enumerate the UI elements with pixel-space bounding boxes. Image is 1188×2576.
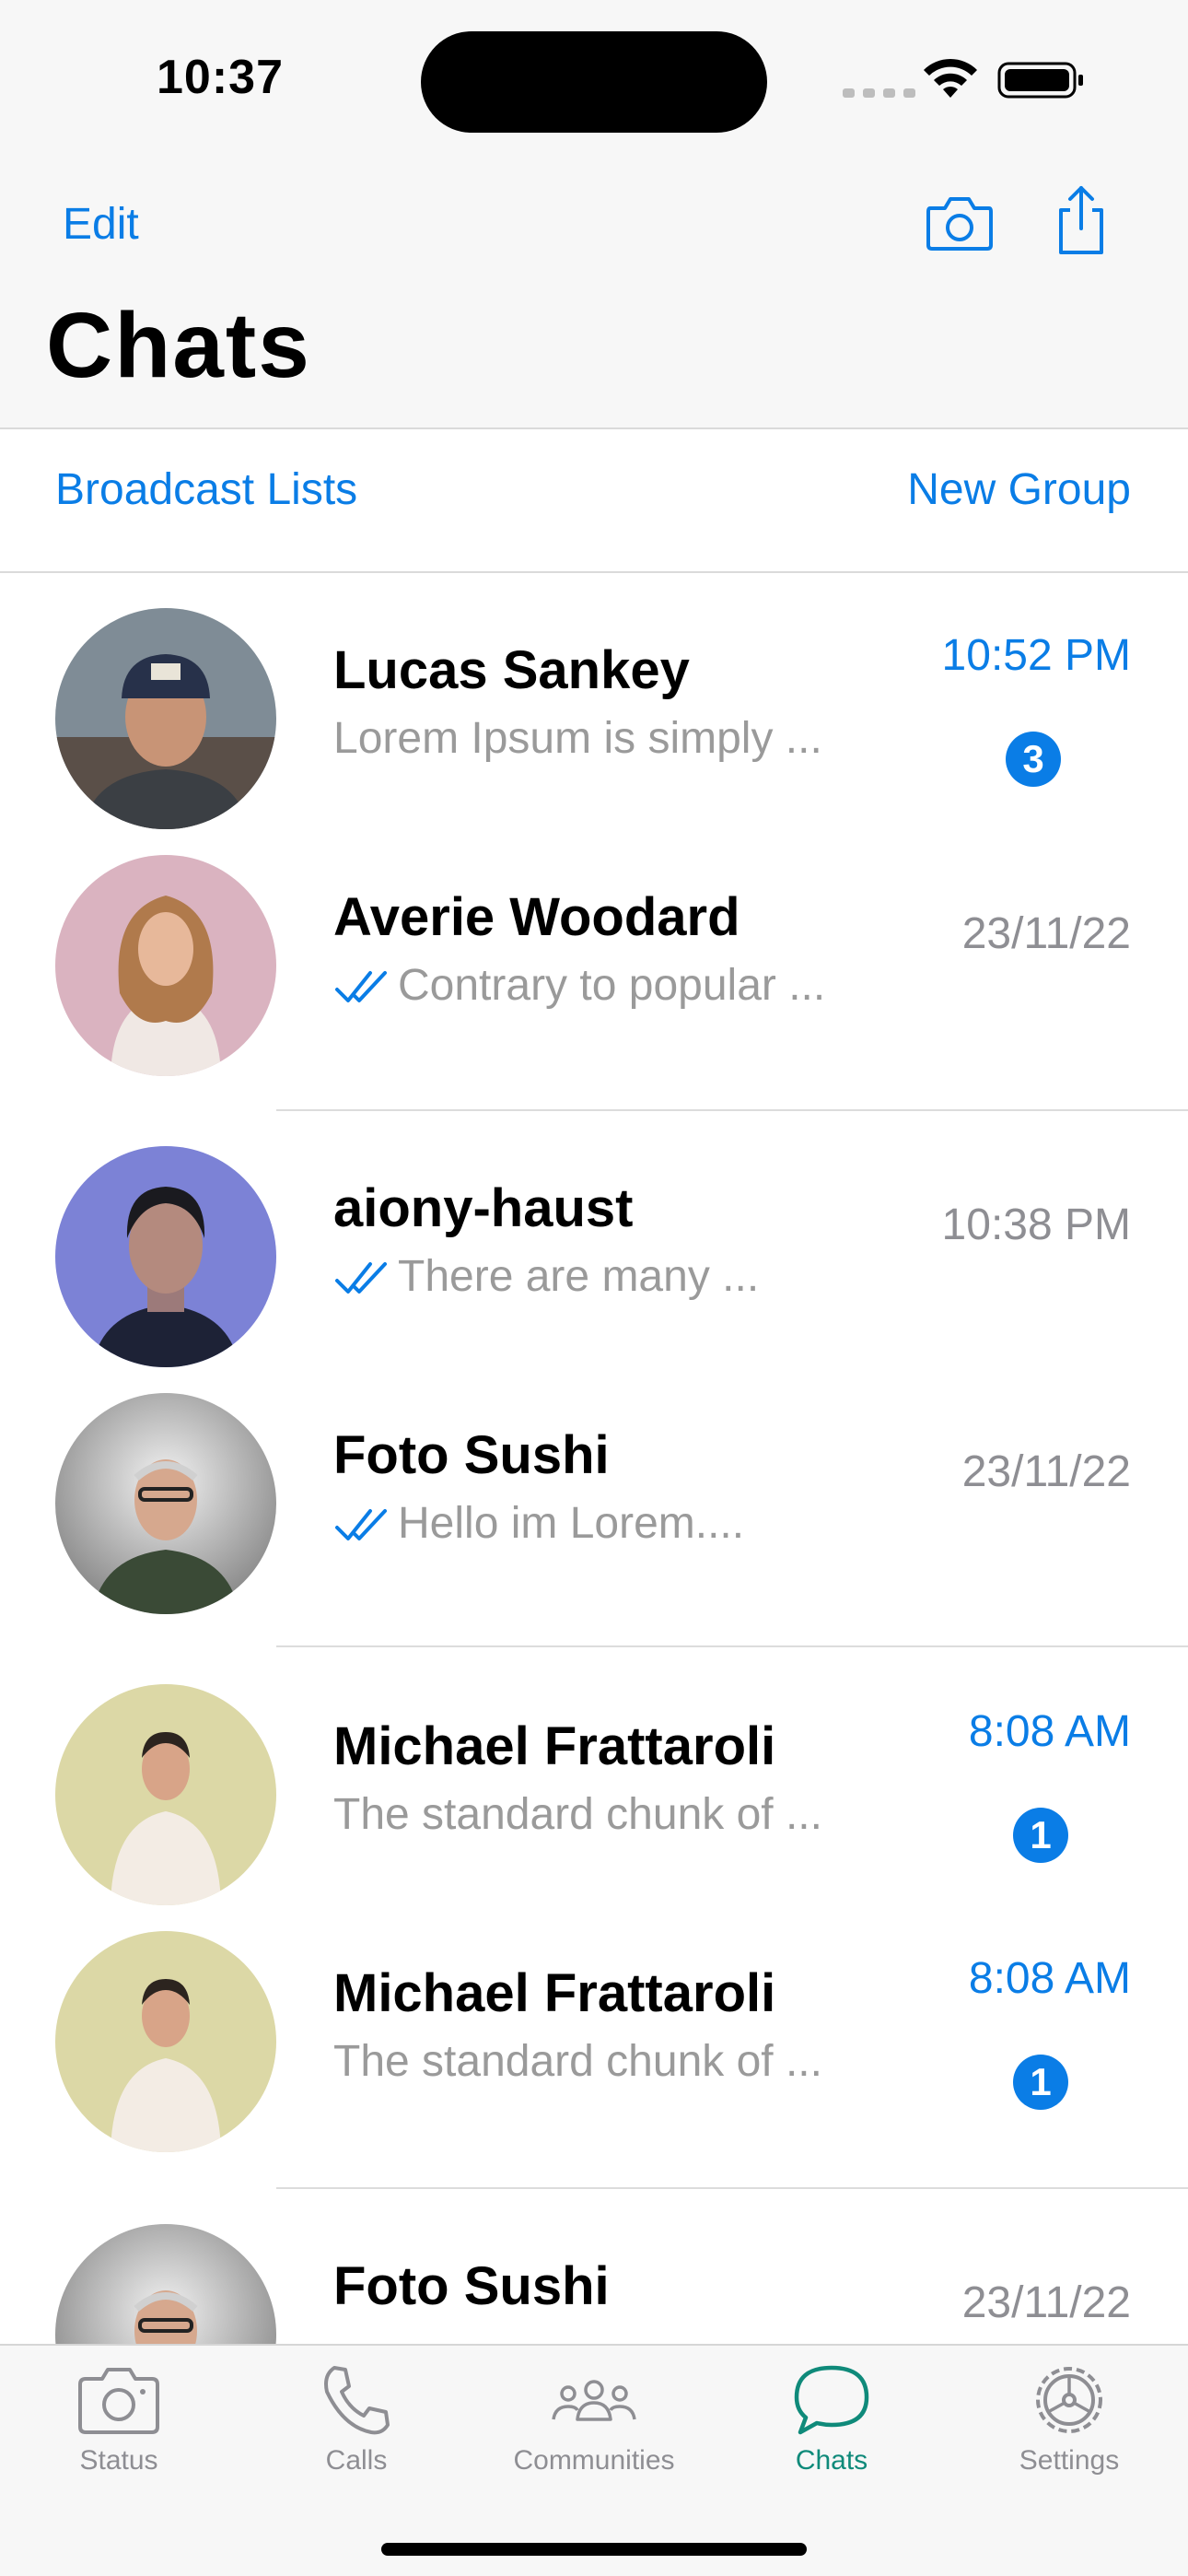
edit-button[interactable]: Edit: [63, 199, 139, 250]
share-icon[interactable]: [1054, 182, 1109, 256]
double-check-icon: [335, 1508, 387, 1540]
tab-communities[interactable]: Communities: [475, 2346, 713, 2512]
chat-row[interactable]: Michael Frattaroli The standard chunk of…: [0, 1649, 1188, 1905]
tab-label: Communities: [513, 2445, 675, 2476]
avatar: [55, 608, 276, 829]
chat-name: Foto Sushi: [333, 2256, 610, 2316]
avatar: [55, 2224, 276, 2344]
double-check-icon: [335, 1261, 387, 1294]
chat-list: Lucas Sankey Lorem Ipsum is simply ... 1…: [0, 573, 1188, 2344]
chat-time: 8:08 AM: [968, 1954, 1131, 2003]
chat-preview-text: The standard chunk of ...: [333, 2037, 822, 2086]
chat-row[interactable]: Lucas Sankey Lorem Ipsum is simply ... 1…: [0, 573, 1188, 829]
chat-preview: Lorem Ipsum is simply ...: [333, 713, 822, 764]
tab-bar: Status Calls Communities Chats Settings: [0, 2344, 1188, 2576]
chat-preview-text: The standard chunk of ...: [333, 1790, 822, 1839]
chat-preview: There are many ...: [333, 1251, 759, 1302]
chat-bubble-icon: [794, 2365, 869, 2435]
battery-icon: [997, 62, 1083, 99]
chat-preview: Hello im Lorem....: [333, 1498, 744, 1549]
unread-badge: 1: [1013, 2055, 1068, 2110]
chat-row[interactable]: Averie Woodard Contrary to popular ... 2…: [0, 820, 1188, 1076]
chat-preview-text: Contrary to popular ...: [398, 961, 826, 1010]
list-actions-row: Broadcast Lists New Group: [0, 429, 1188, 573]
communities-icon: [552, 2380, 636, 2421]
chat-name: Lucas Sankey: [333, 640, 690, 700]
tab-settings[interactable]: Settings: [950, 2346, 1188, 2512]
avatar: [55, 1393, 276, 1614]
chat-time: 8:08 AM: [968, 1707, 1131, 1756]
cellular-signal-icon: [843, 88, 915, 98]
broadcast-lists-button[interactable]: Broadcast Lists: [55, 464, 357, 515]
chat-time: 23/11/22: [961, 1447, 1131, 1496]
chat-name: aiony-haust: [333, 1178, 634, 1238]
tab-status[interactable]: Status: [0, 2346, 238, 2512]
gear-icon: [1036, 2367, 1102, 2433]
chat-preview: The standard chunk of ...: [333, 2036, 822, 2087]
chat-preview-text: Hello im Lorem....: [398, 1499, 745, 1548]
double-check-icon: [335, 970, 387, 1002]
status-bar: 10:37: [0, 0, 1188, 157]
chat-preview-text: Lorem Ipsum is simply ...: [333, 714, 822, 763]
avatar: [55, 855, 276, 1076]
chat-time: 10:38 PM: [941, 1200, 1131, 1249]
chat-divider: [276, 1645, 1188, 1647]
chat-time: 10:52 PM: [941, 631, 1131, 680]
chat-row[interactable]: aiony-haust There are many ... 10:38 PM: [0, 1111, 1188, 1367]
chat-preview: Contrary to popular ...: [333, 960, 825, 1011]
chat-row[interactable]: Foto Sushi 23/11/22: [0, 2189, 1188, 2344]
phone-icon: [324, 2366, 390, 2435]
tab-label: Settings: [1019, 2445, 1120, 2476]
tab-label: Chats: [795, 2445, 868, 2476]
tab-chats[interactable]: Chats: [713, 2346, 950, 2512]
avatar: [55, 1931, 276, 2152]
unread-badge: 1: [1013, 1808, 1068, 1863]
chat-row[interactable]: Foto Sushi Hello im Lorem.... 23/11/22: [0, 1358, 1188, 1614]
chat-time: 23/11/22: [961, 2278, 1131, 2327]
chat-row[interactable]: Michael Frattaroli The standard chunk of…: [0, 1896, 1188, 2152]
chat-preview: The standard chunk of ...: [333, 1789, 822, 1840]
unread-badge: 3: [1006, 732, 1061, 787]
tab-label: Status: [79, 2445, 158, 2476]
chat-name: Michael Frattaroli: [333, 1716, 776, 1776]
camera-icon: [78, 2368, 159, 2434]
status-time: 10:37: [157, 51, 284, 104]
tab-calls[interactable]: Calls: [238, 2346, 475, 2512]
dynamic-island: [421, 31, 767, 133]
avatar: [55, 1684, 276, 1905]
page-title: Chats: [46, 294, 311, 397]
tab-label: Calls: [325, 2445, 388, 2476]
camera-icon[interactable]: [925, 193, 995, 252]
wifi-icon: [924, 58, 977, 98]
navigation-header: Edit Chats: [0, 157, 1188, 429]
chat-name: Foto Sushi: [333, 1425, 610, 1485]
avatar: [55, 1146, 276, 1367]
chat-name: Michael Frattaroli: [333, 1963, 776, 2023]
chat-time: 23/11/22: [961, 909, 1131, 958]
chat-preview-text: There are many ...: [398, 1252, 760, 1301]
home-indicator[interactable]: [381, 2543, 807, 2556]
chat-name: Averie Woodard: [333, 887, 740, 947]
new-group-button[interactable]: New Group: [907, 464, 1131, 515]
